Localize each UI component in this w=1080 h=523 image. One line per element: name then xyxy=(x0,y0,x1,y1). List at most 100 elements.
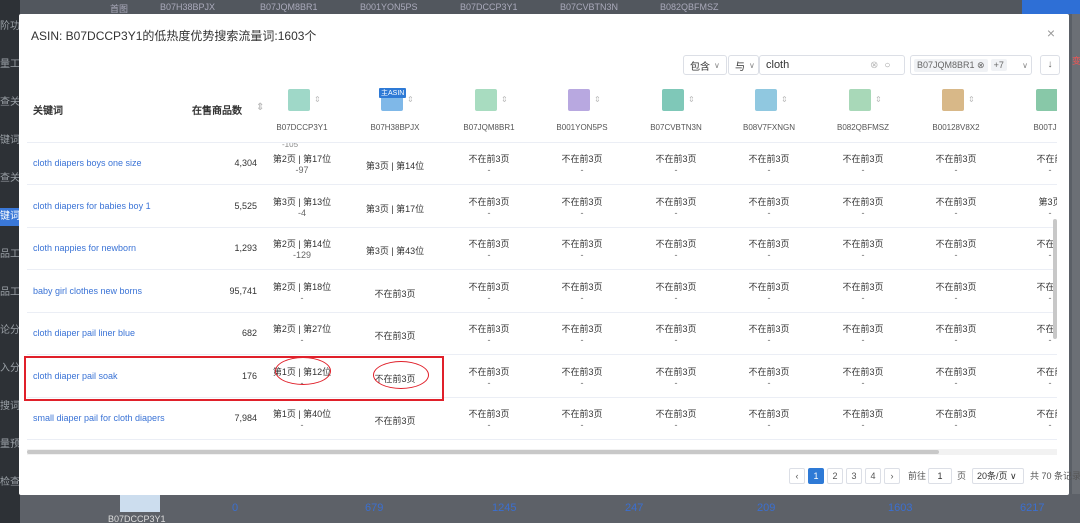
keyword-link[interactable]: cloth nappies for newborn xyxy=(33,243,136,253)
keyword-link[interactable]: cloth diapers boys one size xyxy=(33,158,142,168)
rank-change: - xyxy=(861,165,865,175)
column-header-asin[interactable]: ⇕ B07CVBTN3N xyxy=(631,81,721,143)
rank-cell: 不在前3页 - xyxy=(911,186,1001,228)
column-header-asin[interactable]: 主ASIN ⇕ B07H38BPJX xyxy=(350,81,440,143)
column-header-asin[interactable]: ⇕B00TJ6V xyxy=(1005,81,1057,143)
close-icon[interactable]: × xyxy=(1047,25,1055,41)
keyword-link[interactable]: small diaper pail for cloth diapers xyxy=(33,413,165,423)
keyword-link[interactable]: cloth diaper pail liner blue xyxy=(33,328,135,338)
sort-icon[interactable]: ⇕ xyxy=(501,95,508,104)
rank-text: 不在前3页 xyxy=(842,409,884,419)
background-action-button xyxy=(1022,0,1080,14)
rank-cell: 不在前3页 - xyxy=(724,313,814,355)
rank-cell: 不在前3页 xyxy=(350,398,440,440)
rank-text: 不在前3页 xyxy=(842,154,884,164)
next-page-button[interactable]: › xyxy=(884,468,900,484)
prev-page-button[interactable]: ‹ xyxy=(789,468,805,484)
column-header-asin[interactable]: ⇕ B07DCCP3Y1 xyxy=(257,81,347,143)
rank-text: 不在前3页 xyxy=(561,239,603,249)
column-header-asin[interactable]: ⇕ B08V7FXNGN xyxy=(724,81,814,143)
rank-change: - xyxy=(954,207,958,218)
rank-text: 第3页 | 第43位 xyxy=(365,246,425,256)
rank-change: - xyxy=(767,377,771,388)
highlight-oval-rank xyxy=(275,357,331,385)
goto-page-input[interactable]: 1 xyxy=(928,468,952,484)
keyword-link[interactable]: cloth diapers for babies boy 1 xyxy=(33,201,151,211)
rank-text: 第2页 | 第27位 xyxy=(272,324,332,334)
asin-tag[interactable]: B07JQM8BR1 ⊗ xyxy=(914,58,988,72)
product-thumbnail xyxy=(755,89,777,111)
scrollbar-thumb[interactable] xyxy=(27,450,939,454)
include-label: 包含 xyxy=(690,61,710,73)
rank-text: 不在前3页 xyxy=(561,281,603,292)
sort-icon[interactable]: ⇕ xyxy=(688,95,695,104)
page-button-1[interactable]: 1 xyxy=(808,468,824,484)
page-button-4[interactable]: 4 xyxy=(865,468,881,484)
keyword-link[interactable]: baby girl clothes new borns xyxy=(33,286,142,296)
sort-icon[interactable]: ⇕ xyxy=(781,95,788,104)
sort-icon[interactable]: ⇕ xyxy=(407,95,414,104)
operator-select[interactable]: 与 ∨ xyxy=(728,55,759,75)
horizontal-scrollbar[interactable] xyxy=(27,449,1057,455)
page-size-select[interactable]: 20条/页 ∨ xyxy=(972,468,1024,484)
rank-text: 不在前3页 xyxy=(374,331,416,341)
rank-change: - xyxy=(861,207,865,218)
column-header-asin[interactable]: ⇕ B082QBFMSZ xyxy=(818,81,908,143)
rank-cell: 不在前3页 - xyxy=(911,398,1001,440)
table-row: cloth diaper pail liner blue 682 第2页 | 第27… xyxy=(27,313,1057,355)
rank-text: 不在前3页 xyxy=(655,281,697,292)
rank-change: - xyxy=(674,335,678,345)
page-button-3[interactable]: 3 xyxy=(846,468,862,484)
background-sidebar-item: 品工 xyxy=(0,249,20,260)
clear-icon[interactable]: ⊗ xyxy=(870,60,878,71)
rank-change: - xyxy=(300,420,304,430)
rank-change: - xyxy=(767,207,771,218)
rank-cell: 不在前3页 - xyxy=(818,186,908,228)
column-header-asin[interactable]: ⇕ B001YON5PS xyxy=(537,81,627,143)
search-input[interactable] xyxy=(766,59,866,71)
rank-cell: 不在前3页 - xyxy=(818,356,908,398)
download-icon: ↓ xyxy=(1047,59,1053,70)
rank-cell: 不在前3页 - xyxy=(631,356,721,398)
keyword-search-field[interactable]: ⊗ ○ xyxy=(759,55,905,75)
rank-change: - xyxy=(1048,207,1052,218)
sort-icon[interactable]: ⇕ xyxy=(594,95,601,104)
column-asin-label: B07CVBTN3N xyxy=(650,123,702,132)
rank-text: 不在前3页 xyxy=(842,324,884,334)
background-sidebar-item: 品工 xyxy=(0,287,20,298)
sort-icon[interactable]: ⇕ xyxy=(314,95,321,104)
column-asin-label: B00128V8X2 xyxy=(932,123,980,132)
tag-close-icon[interactable]: ⊗ xyxy=(977,60,985,70)
rank-cell: 不在前3页 - xyxy=(631,271,721,313)
rank-text: 不在前3页 xyxy=(468,366,510,377)
rank-change: - xyxy=(487,335,491,345)
rank-cell: 不在前- xyxy=(1005,398,1057,440)
download-button[interactable]: ↓ xyxy=(1040,55,1060,75)
page-button-2[interactable]: 2 xyxy=(827,468,843,484)
column-header-asin[interactable]: ⇕ B00128V8X2 xyxy=(911,81,1001,143)
rank-text: 不在前3页 xyxy=(655,366,697,377)
rank-cell: 不在前- xyxy=(1005,356,1057,398)
column-header-asin[interactable]: ⇕ B07JQM8BR1 xyxy=(444,81,534,143)
column-asin-label: B07DCCP3Y1 xyxy=(276,123,328,132)
rank-text: 不在前3页 xyxy=(935,409,977,419)
background-sidebar: 阶功 量工 查关 键词 查关 键词 品工 品工 论分 入分 搜词 量预 检查 xyxy=(0,0,20,523)
rank-text: 不在前 xyxy=(1036,154,1057,164)
rank-change: - xyxy=(861,377,865,388)
background-summary-row: B07DCCP3Y1 0 679 1245 247 209 1603 6217 xyxy=(20,494,1080,523)
rank-cell: 不在前3页 - xyxy=(911,271,1001,313)
sort-icon[interactable]: ⇕ xyxy=(968,95,975,104)
rank-cell: 不在前- xyxy=(1005,313,1057,355)
vertical-scrollbar[interactable] xyxy=(1053,219,1057,339)
rank-text: 不在前3页 xyxy=(842,366,884,377)
rank-text: 不在前3页 xyxy=(655,154,697,164)
search-icon[interactable]: ○ xyxy=(884,60,890,71)
asin-multi-select[interactable]: B07JQM8BR1 ⊗ +7 ∨ xyxy=(910,55,1032,75)
rank-change: - xyxy=(954,250,958,260)
rank-change: - xyxy=(487,292,491,303)
rank-cell: 不在前3页 - xyxy=(911,356,1001,398)
rank-text: 不在前 xyxy=(1036,409,1057,419)
sort-icon[interactable]: ⇕ xyxy=(875,95,882,104)
include-select[interactable]: 包含 ∨ xyxy=(683,55,727,75)
rank-change: - xyxy=(1048,292,1052,303)
